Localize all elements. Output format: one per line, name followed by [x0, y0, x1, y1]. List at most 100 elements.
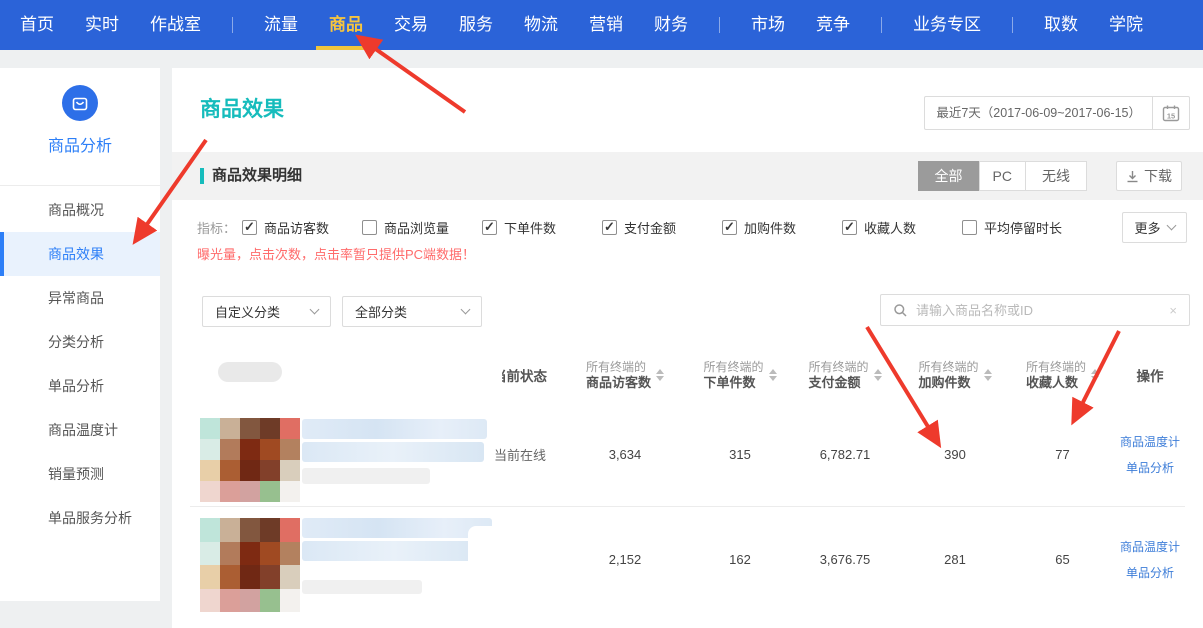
sort-icon[interactable] [769, 369, 777, 381]
single-item-analysis-link[interactable]: 单品分析 [1126, 459, 1174, 476]
nav-item-academy[interactable]: 学院 [1109, 0, 1143, 50]
nav-item-trade[interactable]: 交易 [394, 0, 428, 50]
favorites-cell: 77 [1010, 447, 1115, 462]
all-category-select[interactable]: 全部分类 [342, 296, 482, 327]
nav-item-traffic[interactable]: 流量 [264, 0, 298, 50]
page-title: 商品效果 [200, 93, 284, 123]
sidebar-item-product-effect[interactable]: 商品效果 [0, 232, 160, 276]
sidebar-item-single-item-service-analysis[interactable]: 单品服务分析 [0, 496, 160, 540]
metric-item-visitors[interactable]: 商品访客数 [242, 218, 362, 237]
checkbox-checked-icon[interactable] [242, 220, 257, 235]
detail-section-header: 商品效果明细 全部 PC 无线 下载 [172, 152, 1203, 200]
checkbox-checked-icon[interactable] [482, 220, 497, 235]
sidebar-item-category-analysis[interactable]: 分类分析 [0, 320, 160, 364]
chevron-down-icon [310, 305, 320, 315]
checkbox-checked-icon[interactable] [602, 220, 617, 235]
nav-item-logistics[interactable]: 物流 [524, 0, 558, 50]
more-metrics-button[interactable]: 更多 [1122, 212, 1187, 243]
sort-icon[interactable] [984, 369, 992, 381]
sort-icon[interactable] [1091, 369, 1099, 381]
table-header-payment: 所有终端的支付金额 [790, 360, 900, 391]
checkbox-checked-icon[interactable] [842, 220, 857, 235]
censor-blob [468, 526, 564, 570]
table-header-actions: 操作 [1115, 365, 1185, 385]
top-nav: 首页 实时 作战室 流量 商品 交易 服务 物流 营销 财务 市场 竞争 业务专… [0, 0, 1203, 50]
table-header-visitors: 所有终端的商品访客数 [560, 360, 690, 391]
sidebar-item-sales-forecast[interactable]: 销量预测 [0, 452, 160, 496]
custom-category-select[interactable]: 自定义分类 [202, 296, 331, 327]
cart-cell: 390 [900, 447, 1010, 462]
metric-item-pageviews[interactable]: 商品浏览量 [362, 218, 482, 237]
date-range-value[interactable]: 最近7天（2017-06-09~2017-06-15） [924, 96, 1153, 130]
nav-item-data-extract[interactable]: 取数 [1044, 0, 1078, 50]
metric-item-favorites[interactable]: 收藏人数 [842, 218, 962, 237]
sidebar-divider [0, 185, 160, 186]
censored-product-title [302, 442, 484, 462]
search-input[interactable] [916, 303, 1169, 318]
censored-product-id [302, 468, 430, 484]
single-item-analysis-link[interactable]: 单品分析 [1126, 564, 1174, 581]
nav-item-finance[interactable]: 财务 [654, 0, 688, 50]
sidebar: 商品分析 商品概况 商品效果 异常商品 分类分析 单品分析 商品温度计 销量预测… [0, 68, 160, 601]
download-button[interactable]: 下载 [1116, 161, 1182, 191]
censored-product-title [302, 541, 487, 561]
censor-blob [466, 356, 502, 390]
nav-item-product[interactable]: 商品 [329, 0, 363, 50]
checkbox-unchecked-icon[interactable] [362, 220, 377, 235]
sidebar-item-product-thermometer[interactable]: 商品温度计 [0, 408, 160, 452]
nav-item-service[interactable]: 服务 [459, 0, 493, 50]
favorites-cell: 65 [1010, 552, 1115, 567]
orders-cell: 315 [690, 447, 790, 462]
product-cell[interactable] [190, 402, 480, 507]
sidebar-header: 商品分析 [0, 68, 160, 156]
nav-item-marketing[interactable]: 营销 [589, 0, 623, 50]
nav-divider [881, 17, 882, 33]
tab-pc[interactable]: PC [979, 161, 1026, 191]
svg-text:15: 15 [1167, 112, 1175, 121]
product-search-box: × [880, 294, 1190, 326]
table-header-cart: 所有终端的加购件数 [900, 360, 1010, 391]
product-thermometer-link[interactable]: 商品温度计 [1120, 433, 1180, 450]
nav-item-business-zone[interactable]: 业务专区 [913, 0, 981, 50]
product-thermometer-link[interactable]: 商品温度计 [1120, 538, 1180, 555]
product-analysis-bag-icon [62, 85, 98, 121]
sort-icon[interactable] [874, 369, 882, 381]
payment-cell: 6,782.71 [790, 447, 900, 462]
metric-item-cart[interactable]: 加购件数 [722, 218, 842, 237]
nav-item-home[interactable]: 首页 [20, 0, 54, 50]
sidebar-menu: 商品概况 商品效果 异常商品 分类分析 单品分析 商品温度计 销量预测 单品服务… [0, 188, 160, 540]
checkbox-checked-icon[interactable] [722, 220, 737, 235]
censor-blob [218, 362, 282, 382]
visitors-cell: 3,634 [560, 447, 690, 462]
sort-icon[interactable] [656, 369, 664, 381]
tab-all-terminals[interactable]: 全部 [918, 161, 980, 191]
tab-wireless[interactable]: 无线 [1025, 161, 1087, 191]
nav-item-competition[interactable]: 竞争 [816, 0, 850, 50]
calendar-button[interactable]: 15 [1153, 96, 1190, 130]
sidebar-item-single-item-analysis[interactable]: 单品分析 [0, 364, 160, 408]
sidebar-item-product-overview[interactable]: 商品概况 [0, 188, 160, 232]
sidebar-item-abnormal-products[interactable]: 异常商品 [0, 276, 160, 320]
censored-product-image [200, 418, 300, 502]
visitors-cell: 2,152 [560, 552, 690, 567]
metric-filter-label: 指标： [197, 218, 242, 237]
clear-search-icon[interactable]: × [1169, 303, 1177, 318]
metric-item-payment[interactable]: 支付金额 [602, 218, 722, 237]
date-range-picker: 最近7天（2017-06-09~2017-06-15） 15 [924, 96, 1190, 130]
device-tabs: 全部 PC 无线 [919, 161, 1087, 191]
metric-item-stay-duration[interactable]: 平均停留时长 [962, 218, 1092, 237]
metric-item-orders[interactable]: 下单件数 [482, 218, 602, 237]
nav-divider [1012, 17, 1013, 33]
product-cell[interactable] [190, 507, 480, 612]
censored-product-title [302, 419, 487, 439]
table-row: 2,152 162 3,676.75 281 65 商品温度计 单品分析 [190, 507, 1185, 612]
nav-item-realtime[interactable]: 实时 [85, 0, 119, 50]
metric-filter-row: 指标： 商品访客数 商品浏览量 下单件数 支付金额 加购件数 [197, 218, 1092, 237]
actions-cell: 商品温度计 单品分析 [1115, 433, 1185, 476]
sidebar-group-title: 商品分析 [0, 132, 160, 156]
nav-item-market[interactable]: 市场 [751, 0, 785, 50]
nav-item-war-room[interactable]: 作战室 [150, 0, 201, 50]
checkbox-unchecked-icon[interactable] [962, 220, 977, 235]
censored-product-title [302, 518, 492, 538]
table-header-orders: 所有终端的下单件数 [690, 360, 790, 391]
